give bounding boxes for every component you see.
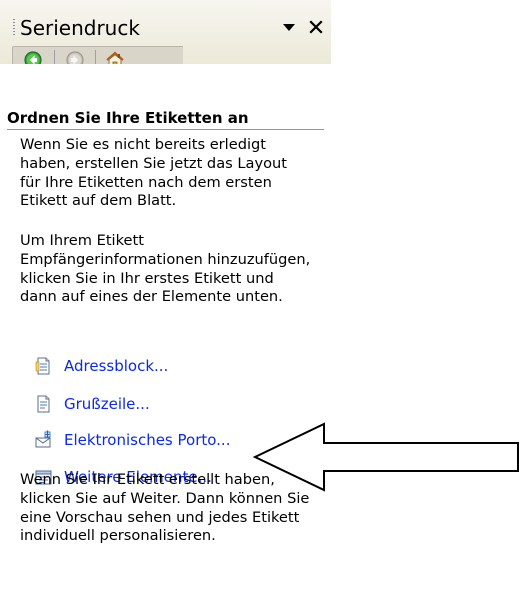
electronic-postage-label: Elektronisches Porto... bbox=[64, 431, 231, 449]
pane-menu-button[interactable] bbox=[280, 19, 298, 37]
triangle-down-icon bbox=[283, 24, 295, 31]
electronic-postage-icon bbox=[35, 430, 51, 448]
pane-grip-icon[interactable] bbox=[13, 19, 15, 36]
address-block-label: Adressblock... bbox=[64, 357, 169, 375]
section-divider bbox=[7, 129, 324, 130]
greeting-line-label: Grußzeile... bbox=[64, 395, 150, 413]
greeting-line-icon bbox=[37, 395, 50, 413]
close-icon bbox=[309, 20, 323, 34]
task-pane-content: Ordnen Sie Ihre Etiketten an Wenn Sie es… bbox=[0, 64, 331, 602]
pane-title: Seriendruck bbox=[20, 16, 140, 40]
instruction-paragraph: Wenn Sie es nicht bereits erledigt haben… bbox=[20, 136, 287, 210]
address-block-link[interactable]: Adressblock... bbox=[35, 356, 169, 376]
screenshot-stage: Seriendruck Ordnen Sie Ihre Etiketten an… bbox=[0, 0, 521, 602]
address-block-icon bbox=[35, 357, 50, 375]
greeting-line-link[interactable]: Grußzeile... bbox=[37, 394, 150, 414]
instruction-paragraph: Um Ihrem Etikett Empfängerinformationen … bbox=[20, 232, 311, 306]
mail-merge-task-pane: Seriendruck Ordnen Sie Ihre Etiketten an… bbox=[0, 0, 331, 602]
task-pane-header: Seriendruck bbox=[0, 0, 331, 69]
pane-close-button[interactable] bbox=[306, 17, 326, 37]
electronic-postage-link[interactable]: Elektronisches Porto... bbox=[35, 430, 231, 450]
section-title: Ordnen Sie Ihre Etiketten an bbox=[7, 109, 249, 127]
instruction-paragraph: Wenn Sie Ihr Etikett erstellt haben, kli… bbox=[20, 471, 310, 545]
